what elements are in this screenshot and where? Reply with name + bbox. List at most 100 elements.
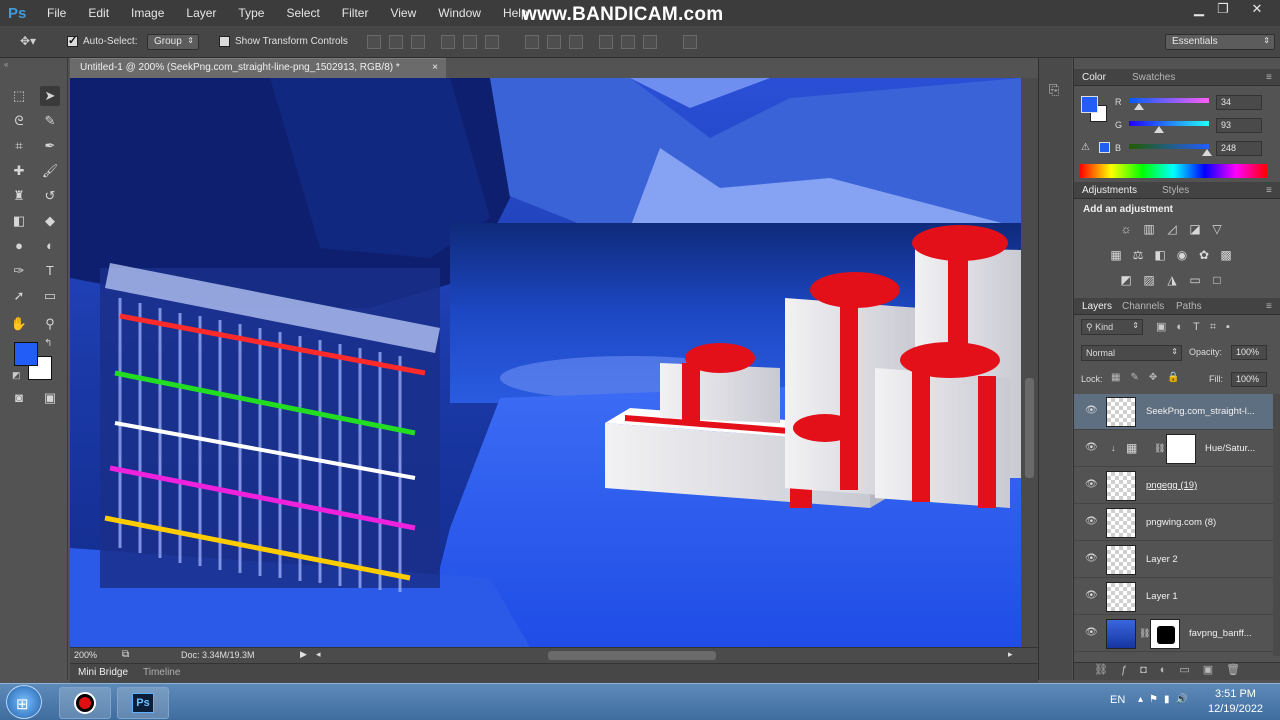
panel-menu-icon[interactable]: ≡	[1266, 301, 1272, 312]
tab-color[interactable]: Color	[1082, 72, 1106, 83]
tray-icons[interactable]: ▴⚑▮🔊	[1138, 694, 1194, 705]
menu-select[interactable]: Select	[275, 0, 330, 26]
eye-icon[interactable]: 👁	[1085, 442, 1098, 453]
out-of-gamut-warning-icon[interactable]: ⚠	[1081, 142, 1090, 153]
vertical-scroll-thumb[interactable]	[1025, 378, 1034, 478]
auto-select-dropdown[interactable]: Group ⇕	[147, 34, 199, 50]
distribute-vcenter-icon[interactable]	[547, 35, 561, 49]
path-selection-tool-icon[interactable]: ➚	[9, 286, 29, 306]
lock-icons[interactable]: ▦✎✥🔒	[1111, 372, 1190, 383]
green-value[interactable]: 93	[1216, 118, 1262, 133]
exposure-icon[interactable]: ◪	[1187, 221, 1203, 237]
eye-icon[interactable]: 👁	[1085, 590, 1098, 601]
hue-saturation-icon[interactable]: ▦	[1108, 247, 1124, 263]
eye-icon[interactable]: 👁	[1085, 479, 1098, 490]
blue-value[interactable]: 248	[1216, 141, 1262, 156]
red-value[interactable]: 34	[1216, 95, 1262, 110]
eye-icon[interactable]: 👁	[1085, 627, 1098, 638]
align-bottom-icon[interactable]	[411, 35, 425, 49]
align-right-icon[interactable]	[485, 35, 499, 49]
tab-channels[interactable]: Channels	[1122, 301, 1164, 312]
color-panel-foreground-front[interactable]	[1081, 96, 1098, 113]
layer-row[interactable]: 👁 ↓ ▦ ⛓ Hue/Satur...	[1074, 431, 1274, 467]
history-brush-tool-icon[interactable]: ↺	[40, 186, 60, 206]
gradient-map-icon[interactable]: ▭	[1187, 272, 1203, 288]
auto-select-checkbox[interactable]	[67, 34, 78, 47]
layer-row[interactable]: 👁 Layer 2	[1074, 542, 1274, 578]
canvas-vertical-scrollbar[interactable]	[1021, 78, 1038, 647]
fill-value[interactable]: 100%	[1231, 372, 1267, 387]
blue-slider[interactable]	[1129, 144, 1209, 149]
clone-stamp-tool-icon[interactable]: ♜	[9, 186, 29, 206]
green-slider[interactable]	[1129, 121, 1209, 126]
web-safe-color-icon[interactable]	[1099, 142, 1110, 153]
eye-icon[interactable]: 👁	[1085, 553, 1098, 564]
panel-menu-icon[interactable]: ≡	[1266, 185, 1272, 196]
tab-paths[interactable]: Paths	[1176, 301, 1202, 312]
zoom-level[interactable]: 200%	[74, 650, 97, 660]
paint-bucket-tool-icon[interactable]: ◆	[40, 211, 60, 231]
align-left-icon[interactable]	[441, 35, 455, 49]
document-tab[interactable]: Untitled-1 @ 200% (SeekPng.com_straight-…	[70, 58, 446, 78]
quick-selection-tool-icon[interactable]: ✎	[40, 111, 60, 131]
invert-icon[interactable]: ◩	[1118, 272, 1134, 288]
levels-icon[interactable]: ▥	[1141, 221, 1157, 237]
distribute-left-icon[interactable]	[599, 35, 613, 49]
crop-tool-icon[interactable]: ⌗	[9, 136, 29, 156]
layer-row[interactable]: 👁 SeekPng.com_straight-l...	[1074, 394, 1274, 430]
menu-layer[interactable]: Layer	[175, 0, 227, 26]
workspace-dropdown[interactable]: Essentials ⇕	[1165, 34, 1275, 50]
align-top-icon[interactable]	[367, 35, 381, 49]
scroll-right-icon[interactable]: ▸	[1008, 649, 1013, 660]
history-panel-icon[interactable]: ⎘	[1049, 82, 1059, 98]
curves-icon[interactable]: ◿	[1164, 221, 1180, 237]
distribute-top-icon[interactable]	[525, 35, 539, 49]
taskbar-bandicam[interactable]	[59, 687, 111, 719]
start-button[interactable]: ⊞	[6, 685, 42, 719]
tab-layers[interactable]: Layers	[1082, 301, 1112, 312]
vibrance-icon[interactable]: ▽	[1209, 221, 1225, 237]
menu-view[interactable]: View	[379, 0, 427, 26]
eye-icon[interactable]: 👁	[1085, 516, 1098, 527]
layer-filter-icons[interactable]: ▣◐T⌗▪	[1156, 320, 1240, 334]
layer-row[interactable]: 👁 ⛓ favpng_banff...	[1074, 616, 1274, 652]
panel-menu-icon[interactable]: ≡	[1266, 72, 1272, 83]
tab-swatches[interactable]: Swatches	[1132, 72, 1175, 83]
restore-button[interactable]: ❐	[1208, 0, 1238, 20]
menu-file[interactable]: File	[36, 0, 77, 26]
auto-align-icon[interactable]	[683, 35, 697, 49]
screen-mode-icon[interactable]: ▣	[40, 388, 60, 408]
red-slider-thumb[interactable]	[1134, 103, 1144, 110]
channel-mixer-icon[interactable]: ✿	[1196, 247, 1212, 263]
layer-row[interactable]: 👁 pngwing.com (8)	[1074, 505, 1274, 541]
layer-row[interactable]: 👁 Layer 1	[1074, 579, 1274, 615]
horizontal-scroll-thumb[interactable]	[548, 651, 716, 660]
layers-footer-icons[interactable]: ⛓ƒ◘◐▭▣🗑	[1074, 662, 1280, 680]
distribute-bottom-icon[interactable]	[569, 35, 583, 49]
close-button[interactable]: ✕	[1242, 0, 1272, 20]
tab-mini-bridge[interactable]: Mini Bridge	[78, 667, 128, 678]
foreground-color-swatch-front[interactable]	[14, 342, 38, 366]
blend-mode-dropdown[interactable]: Normal ⇕	[1081, 345, 1182, 361]
menu-window[interactable]: Window	[427, 0, 492, 26]
status-menu-arrow-icon[interactable]: ▶	[300, 649, 307, 660]
tab-adjustments[interactable]: Adjustments	[1082, 185, 1137, 196]
scroll-left-icon[interactable]: ◂	[316, 649, 321, 660]
align-hcenter-icon[interactable]	[463, 35, 477, 49]
layer-row[interactable]: 👁 pngegg (19)	[1074, 468, 1274, 504]
brightness-contrast-icon[interactable]: ☼	[1118, 221, 1134, 237]
swap-colors-icon[interactable]: ↰	[44, 338, 52, 349]
taskbar-photoshop[interactable]: Ps	[117, 687, 169, 719]
language-indicator[interactable]: EN	[1110, 694, 1125, 706]
rectangle-tool-icon[interactable]: ▭	[40, 286, 60, 306]
hand-tool-icon[interactable]: ✋	[9, 314, 29, 334]
layer-mask-thumbnail[interactable]	[1150, 619, 1180, 649]
tab-timeline[interactable]: Timeline	[143, 667, 180, 678]
photo-filter-icon[interactable]: ◉	[1174, 247, 1190, 263]
pen-tool-icon[interactable]: ✑	[9, 261, 29, 281]
eyedropper-tool-icon[interactable]: ✒	[40, 136, 60, 156]
distribute-hcenter-icon[interactable]	[621, 35, 635, 49]
type-tool-icon[interactable]: T	[40, 261, 60, 281]
quick-mask-icon[interactable]: ◙	[9, 388, 29, 408]
align-vcenter-icon[interactable]	[389, 35, 403, 49]
